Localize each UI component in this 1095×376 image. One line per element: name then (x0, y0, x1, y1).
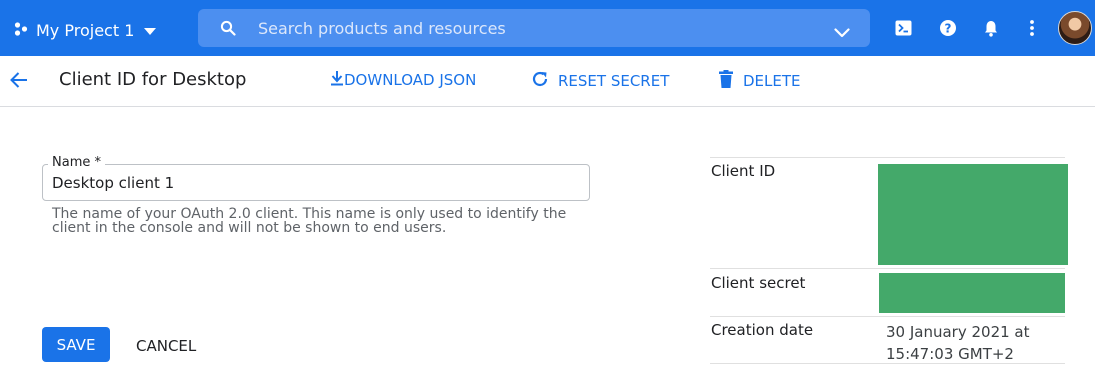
page-title: Client ID for Desktop (59, 69, 247, 90)
download-json-button[interactable]: DOWNLOAD JSON (330, 70, 476, 90)
bell-icon[interactable] (984, 20, 998, 41)
name-input[interactable] (52, 173, 572, 193)
divider (710, 157, 1065, 158)
project-name: My Project 1 (36, 20, 135, 40)
client-id-label: Client ID (711, 162, 776, 180)
creation-date-label: Creation date (711, 321, 814, 339)
client-secret-value-redacted (879, 273, 1065, 313)
refresh-icon (531, 70, 549, 92)
chevron-down-icon[interactable] (834, 23, 850, 42)
cancel-button[interactable]: CANCEL (136, 337, 196, 355)
user-avatar[interactable] (1058, 11, 1092, 45)
client-id-value-redacted (878, 164, 1068, 265)
delete-button[interactable]: DELETE (719, 70, 801, 92)
divider (710, 316, 1065, 317)
search-input[interactable] (258, 9, 818, 47)
action-bar: Client ID for Desktop DOWNLOAD JSON RESE… (0, 56, 1095, 107)
top-app-bar: My Project 1 ? (0, 0, 1095, 56)
project-selector[interactable]: My Project 1 (14, 19, 157, 41)
creation-date-value: 30 January 2021 at 15:47:03 GMT+2 (886, 323, 1030, 363)
download-json-label: DOWNLOAD JSON (344, 71, 477, 89)
reset-secret-label: RESET SECRET (558, 72, 670, 90)
more-vert-icon[interactable] (1029, 20, 1035, 40)
arrow-back-icon[interactable] (9, 70, 29, 94)
cloud-shell-icon[interactable] (895, 20, 912, 40)
project-dots-icon (14, 21, 28, 40)
client-secret-label: Client secret (711, 274, 806, 292)
save-button[interactable]: SAVE (42, 327, 110, 362)
search-bar[interactable] (198, 9, 870, 47)
search-icon (220, 20, 236, 40)
divider (710, 363, 1065, 364)
svg-text:?: ? (945, 22, 952, 36)
name-field-label: Name * (48, 155, 105, 170)
help-icon[interactable]: ? (940, 20, 956, 40)
name-help-text: The name of your OAuth 2.0 client. This … (52, 206, 567, 236)
download-icon (330, 70, 344, 90)
reset-secret-button[interactable]: RESET SECRET (531, 70, 669, 92)
caret-down-icon (144, 21, 157, 40)
divider (710, 268, 1065, 269)
delete-label: DELETE (743, 72, 801, 90)
trash-icon (719, 70, 733, 92)
